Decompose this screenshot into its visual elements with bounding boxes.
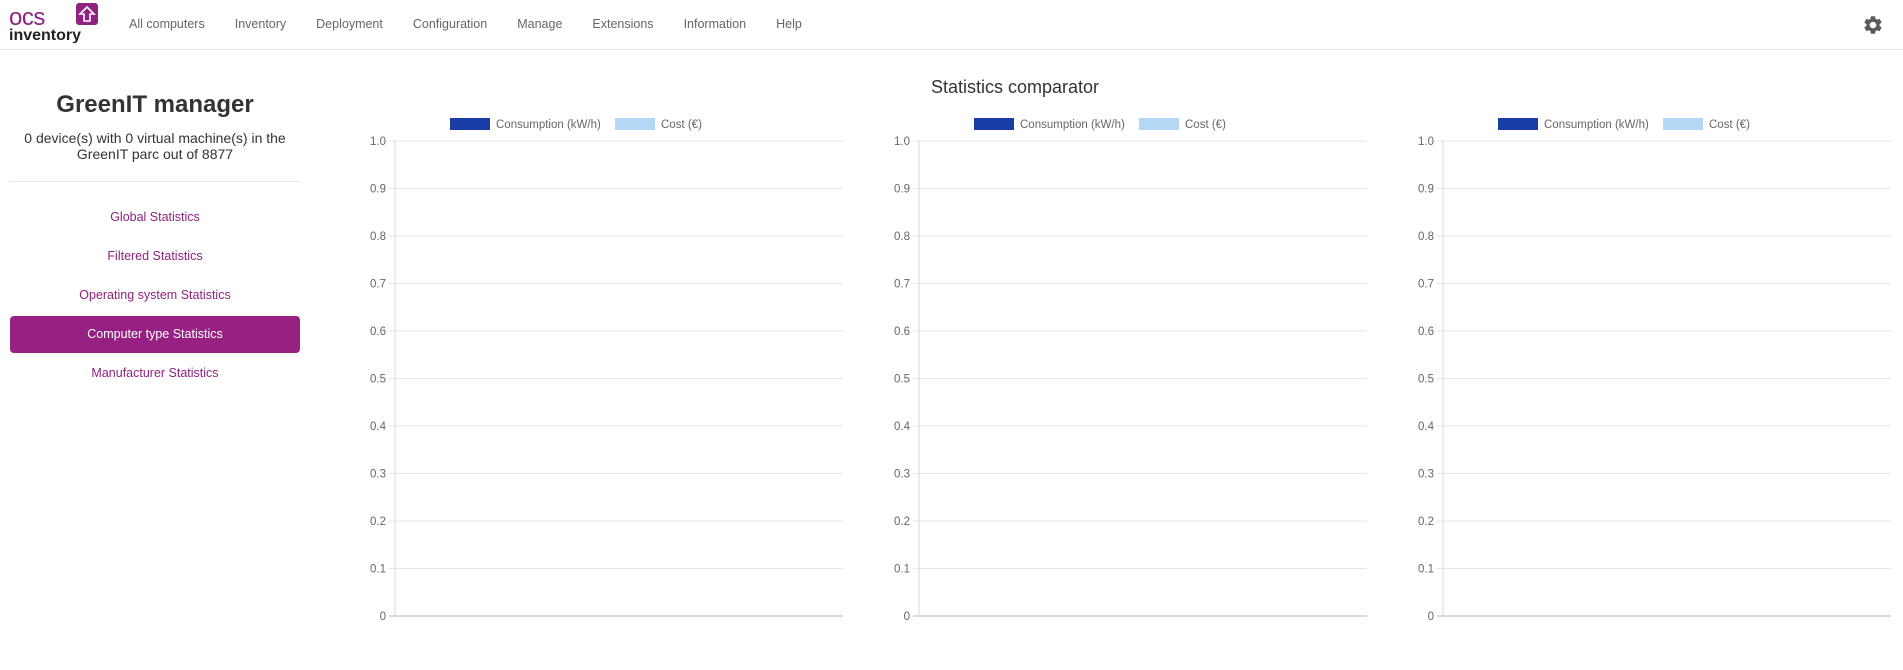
y-tick-label: 0.1 — [370, 564, 386, 576]
y-tick-label: 0.5 — [1418, 374, 1434, 386]
top-navbar: ocs inventory All computers Inventory Depl… — [0, 0, 1903, 50]
nav-help[interactable]: Help — [761, 0, 817, 50]
device-summary: 0 device(s) with 0 virtual machine(s) in… — [24, 130, 286, 162]
chart-legend: Consumption (kW/h) Cost (€) — [1498, 118, 1750, 131]
legend-label[interactable]: Cost (€) — [661, 119, 702, 131]
chart-legend: Consumption (kW/h) Cost (€) — [974, 118, 1226, 131]
legend-swatch[interactable] — [1663, 118, 1703, 130]
y-tick-label: 0.6 — [370, 326, 386, 338]
nav-information[interactable]: Information — [669, 0, 762, 50]
y-tick-label: 0.3 — [370, 469, 386, 481]
y-tick-label: 0.8 — [894, 231, 910, 243]
legend-label[interactable]: Consumption (kW/h) — [1544, 119, 1649, 131]
nav-extensions[interactable]: Extensions — [577, 0, 668, 50]
legend-swatch[interactable] — [974, 118, 1014, 130]
ocs-inventory-logo[interactable]: ocs inventory — [9, 3, 101, 43]
y-tick-label: 0.8 — [370, 231, 386, 243]
y-tick-label: 0.2 — [370, 516, 386, 528]
page-title: Statistics comparator — [930, 77, 1100, 97]
y-tick-label: 0.8 — [1418, 231, 1434, 243]
sidebar-item-os-statistics[interactable]: Operating system Statistics — [10, 277, 300, 314]
y-tick-label: 0 — [1428, 611, 1434, 623]
y-tick-label: 1.0 — [894, 136, 910, 148]
y-tick-label: 0.9 — [1418, 184, 1434, 196]
y-tick-label: 0.7 — [370, 279, 386, 291]
chart-svg: Consumption (kW/h) Cost (€) 0 0.1 0.2 0.3 0.4 0… — [1418, 118, 1891, 623]
y-tick-label: 0.2 — [1418, 516, 1434, 528]
y-tick-label: 0.9 — [894, 184, 910, 196]
chart-svg: Consumption (kW/h) Cost (€) 0 0.1 0.2 0.3 0.4 0… — [370, 118, 843, 623]
statistics-menu: Global Statistics Filtered Statistics Oper… — [10, 199, 300, 392]
nav-deployment[interactable]: Deployment — [301, 0, 398, 50]
comparator-chart-1: Consumption (kW/h) Cost (€) 0 0.1 0.2 0.3 0.4 0… — [340, 112, 860, 642]
y-tick-label: 0.1 — [1418, 564, 1434, 576]
y-tick-label: 0.4 — [370, 421, 387, 433]
y-tick-label: 0.4 — [1418, 421, 1435, 433]
sidebar-title: GreenIT manager — [56, 91, 254, 118]
y-tick-label: 0.2 — [894, 516, 910, 528]
comparator-chart-2: Consumption (kW/h) Cost (€) 0 0.1 0.2 0.3 0.4 0… — [864, 112, 1384, 642]
sidebar: GreenIT manager 0 device(s) with 0 virtu… — [10, 90, 300, 394]
y-tick-label: 0.6 — [894, 326, 910, 338]
y-tick-label: 0.1 — [894, 564, 910, 576]
comparator-chart-3: Consumption (kW/h) Cost (€) 0 0.1 0.2 0.3 0.4 0… — [1388, 112, 1903, 642]
nav-manage[interactable]: Manage — [502, 0, 577, 50]
sidebar-divider — [10, 181, 300, 182]
y-tick-label: 0.7 — [1418, 279, 1434, 291]
nav-inventory[interactable]: Inventory — [220, 0, 301, 50]
sidebar-item-filtered-statistics[interactable]: Filtered Statistics — [10, 238, 300, 275]
legend-swatch[interactable] — [1498, 118, 1538, 130]
y-tick-label: 0.5 — [894, 374, 910, 386]
legend-label[interactable]: Cost (€) — [1709, 119, 1750, 131]
legend-label[interactable]: Consumption (kW/h) — [496, 119, 601, 131]
legend-label[interactable]: Consumption (kW/h) — [1020, 119, 1125, 131]
legend-swatch[interactable] — [615, 118, 655, 130]
y-tick-label: 0 — [904, 611, 910, 623]
y-tick-label: 0.6 — [1418, 326, 1434, 338]
y-tick-label: 1.0 — [1418, 136, 1434, 148]
y-tick-label: 1.0 — [370, 136, 386, 148]
y-tick-label: 0.3 — [1418, 469, 1434, 481]
y-tick-label: 0.7 — [894, 279, 910, 291]
y-tick-label: 0 — [380, 611, 386, 623]
y-tick-label: 0.3 — [894, 469, 910, 481]
y-tick-label: 0.9 — [370, 184, 386, 196]
sidebar-item-global-statistics[interactable]: Global Statistics — [10, 199, 300, 236]
legend-swatch[interactable] — [450, 118, 490, 130]
y-tick-label: 0.4 — [894, 421, 911, 433]
legend-swatch[interactable] — [1139, 118, 1179, 130]
nav-configuration[interactable]: Configuration — [398, 0, 502, 50]
legend-label[interactable]: Cost (€) — [1185, 119, 1226, 131]
gear-icon[interactable] — [1862, 14, 1884, 36]
sidebar-item-computer-type-statistics[interactable]: Computer type Statistics — [10, 316, 300, 353]
chart-svg: Consumption (kW/h) Cost (€) 0 0.1 0.2 0.3 0.4 0… — [894, 118, 1367, 623]
sidebar-item-manufacturer-statistics[interactable]: Manufacturer Statistics — [10, 355, 300, 392]
main-menu: All computers Inventory Deployment Configur… — [114, 0, 817, 50]
nav-all-computers[interactable]: All computers — [114, 0, 220, 50]
y-tick-label: 0.5 — [370, 374, 386, 386]
logo-bottom-text: inventory — [9, 27, 81, 43]
chart-legend: Consumption (kW/h) Cost (€) — [450, 118, 702, 131]
